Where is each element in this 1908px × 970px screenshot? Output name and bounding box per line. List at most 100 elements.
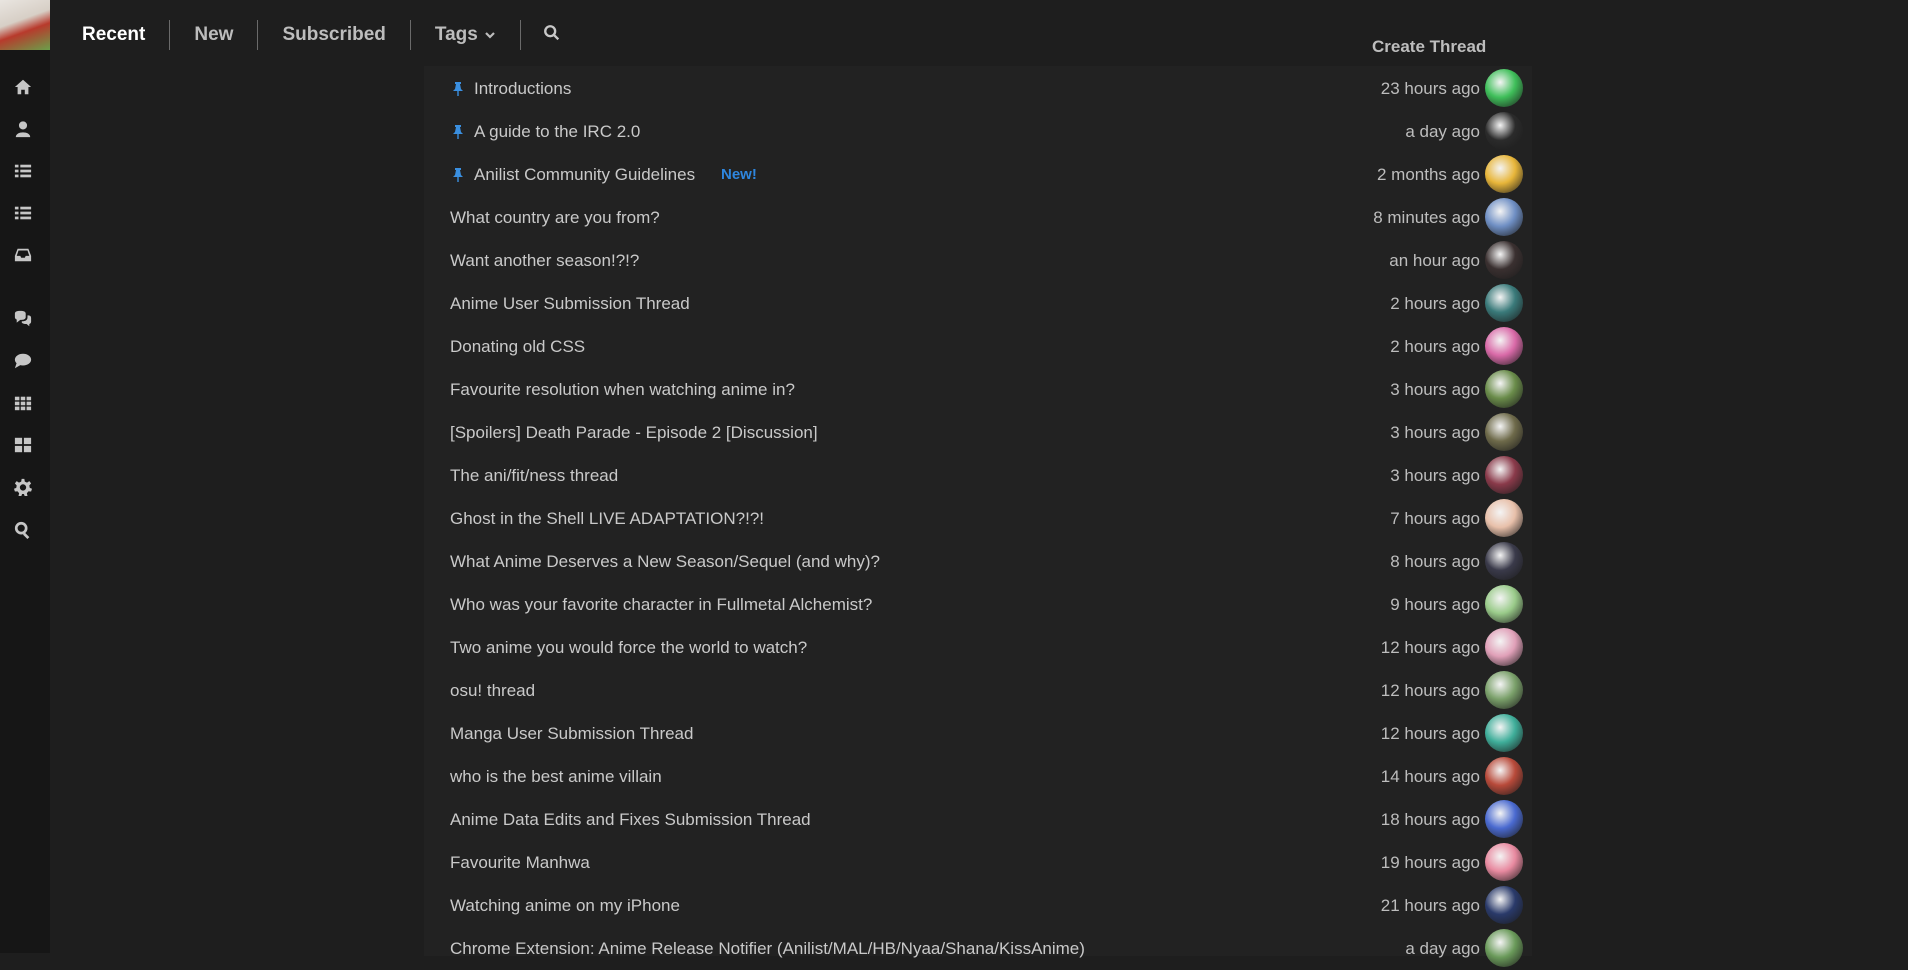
avatar[interactable] xyxy=(1485,456,1523,494)
avatar[interactable] xyxy=(1485,628,1523,666)
avatar[interactable] xyxy=(1485,585,1523,623)
avatar[interactable] xyxy=(1485,843,1523,881)
new-badge: New! xyxy=(721,166,757,183)
avatar[interactable] xyxy=(1485,155,1523,193)
avatar[interactable] xyxy=(1485,284,1523,322)
inbox-icon[interactable] xyxy=(12,244,34,266)
avatar[interactable] xyxy=(1485,671,1523,709)
avatar[interactable] xyxy=(1485,886,1523,924)
thread-title[interactable]: What country are you from? xyxy=(450,208,660,228)
table-row[interactable]: Watching anime on my iPhone 21 hours ago xyxy=(424,884,1532,927)
table-row[interactable]: Favourite Manhwa 19 hours ago xyxy=(424,841,1532,884)
thread-title[interactable]: Two anime you would force the world to w… xyxy=(450,638,807,658)
nav-search-button[interactable] xyxy=(521,20,583,50)
thread-title[interactable]: Want another season!?!? xyxy=(450,251,639,271)
avatar[interactable] xyxy=(1485,112,1523,150)
thread-title[interactable]: A guide to the IRC 2.0 xyxy=(474,122,640,142)
thread-time: 2 months ago xyxy=(1376,164,1480,184)
thread-title[interactable]: [Spoilers] Death Parade - Episode 2 [Dis… xyxy=(450,423,818,443)
table-row[interactable]: Chrome Extension: Anime Release Notifier… xyxy=(424,927,1532,970)
thread-time: 8 hours ago xyxy=(1390,551,1480,571)
create-thread-button[interactable]: Create Thread xyxy=(1372,37,1486,57)
thread-title[interactable]: Favourite resolution when watching anime… xyxy=(450,380,795,400)
table-row[interactable]: Anime User Submission Thread 2 hours ago xyxy=(424,282,1532,325)
table-row[interactable]: Ghost in the Shell LIVE ADAPTATION?!?! 7 … xyxy=(424,497,1532,540)
table-row[interactable]: Two anime you would force the world to w… xyxy=(424,626,1532,669)
table-row[interactable]: Want another season!?!? an hour ago xyxy=(424,239,1532,282)
comments-icon[interactable] xyxy=(12,308,34,330)
chevron-down-icon xyxy=(484,29,496,41)
avatar[interactable] xyxy=(1485,198,1523,236)
search-icon[interactable] xyxy=(12,519,34,541)
thread-title[interactable]: who is the best anime villain xyxy=(450,767,662,787)
home-icon[interactable] xyxy=(12,76,34,98)
table-row[interactable]: Favourite resolution when watching anime… xyxy=(424,368,1532,411)
table-row[interactable]: What Anime Deserves a New Season/Sequel … xyxy=(424,540,1532,583)
thread-time: 12 hours ago xyxy=(1380,637,1480,657)
avatar[interactable] xyxy=(1485,542,1523,580)
thread-time: 9 hours ago xyxy=(1390,594,1480,614)
thread-title[interactable]: Anilist Community Guidelines xyxy=(474,165,695,185)
list-alt-icon[interactable] xyxy=(12,202,34,224)
thread-title[interactable]: Watching anime on my iPhone xyxy=(450,896,680,916)
table-row[interactable]: What country are you from? 8 minutes ago xyxy=(424,196,1532,239)
avatar[interactable] xyxy=(1485,929,1523,967)
avatar[interactable] xyxy=(1485,327,1523,365)
thread-title[interactable]: Anime User Submission Thread xyxy=(450,294,690,314)
avatar[interactable] xyxy=(1485,714,1523,752)
thread-title[interactable]: Donating old CSS xyxy=(450,337,585,357)
table-row[interactable]: A guide to the IRC 2.0 a day ago xyxy=(424,110,1532,153)
table-row[interactable]: Introductions 23 hours ago xyxy=(424,67,1532,110)
tab-tags[interactable]: Tags xyxy=(411,20,521,50)
table-row[interactable]: The ani/fit/ness thread 3 hours ago xyxy=(424,454,1532,497)
table-row[interactable]: Who was your favorite character in Fullm… xyxy=(424,583,1532,626)
table-row[interactable]: Anilist Community Guidelines New! 2 months… xyxy=(424,153,1532,196)
user-icon[interactable] xyxy=(12,118,34,140)
thread-time: a day ago xyxy=(1405,121,1480,141)
tab-recent[interactable]: Recent xyxy=(62,20,171,50)
thread-title[interactable]: Chrome Extension: Anime Release Notifier… xyxy=(450,939,1085,959)
left-rail xyxy=(0,0,50,953)
gear-icon[interactable] xyxy=(12,476,34,498)
table-row[interactable]: osu! thread 12 hours ago xyxy=(424,669,1532,712)
avatar[interactable] xyxy=(1485,241,1523,279)
table-row[interactable]: Anime Data Edits and Fixes Submission Th… xyxy=(424,798,1532,841)
comment-icon[interactable] xyxy=(12,350,34,372)
thread-time: 8 minutes ago xyxy=(1373,207,1480,227)
thread-time: 3 hours ago xyxy=(1390,379,1480,399)
grid-icon[interactable] xyxy=(12,392,34,414)
avatar[interactable] xyxy=(1485,800,1523,838)
list-icon[interactable] xyxy=(12,160,34,182)
thread-title[interactable]: Favourite Manhwa xyxy=(450,853,590,873)
thread-time: 2 hours ago xyxy=(1390,293,1480,313)
avatar[interactable] xyxy=(1485,370,1523,408)
avatar[interactable] xyxy=(1485,757,1523,795)
thread-title[interactable]: Anime Data Edits and Fixes Submission Th… xyxy=(450,810,811,830)
thread-title[interactable]: What Anime Deserves a New Season/Sequel … xyxy=(450,552,880,572)
thread-title[interactable]: Introductions xyxy=(474,79,571,99)
thread-time: 14 hours ago xyxy=(1380,766,1480,786)
thread-time: 19 hours ago xyxy=(1380,852,1480,872)
thread-time: 3 hours ago xyxy=(1390,422,1480,442)
thread-title[interactable]: Who was your favorite character in Fullm… xyxy=(450,595,872,615)
avatar[interactable] xyxy=(1485,499,1523,537)
tab-recent-label: Recent xyxy=(82,24,146,45)
thread-time: 23 hours ago xyxy=(1380,78,1480,98)
table-row[interactable]: who is the best anime villain 14 hours ag… xyxy=(424,755,1532,798)
thread-title[interactable]: Manga User Submission Thread xyxy=(450,724,693,744)
table-row[interactable]: [Spoilers] Death Parade - Episode 2 [Dis… xyxy=(424,411,1532,454)
thread-title[interactable]: The ani/fit/ness thread xyxy=(450,466,618,486)
thread-title[interactable]: osu! thread xyxy=(450,681,535,701)
pin-icon xyxy=(452,124,464,139)
tab-subscribed[interactable]: Subscribed xyxy=(258,20,411,50)
tab-new[interactable]: New xyxy=(170,20,259,50)
table-row[interactable]: Manga User Submission Thread 12 hours ago xyxy=(424,712,1532,755)
table-row[interactable]: Donating old CSS 2 hours ago xyxy=(424,325,1532,368)
pin-icon xyxy=(452,81,464,96)
user-avatar[interactable] xyxy=(0,0,50,50)
avatar[interactable] xyxy=(1485,69,1523,107)
avatar[interactable] xyxy=(1485,413,1523,451)
tab-tags-label: Tags xyxy=(434,24,478,45)
dashboard-icon[interactable] xyxy=(12,434,34,456)
thread-title[interactable]: Ghost in the Shell LIVE ADAPTATION?!?! xyxy=(450,509,764,529)
